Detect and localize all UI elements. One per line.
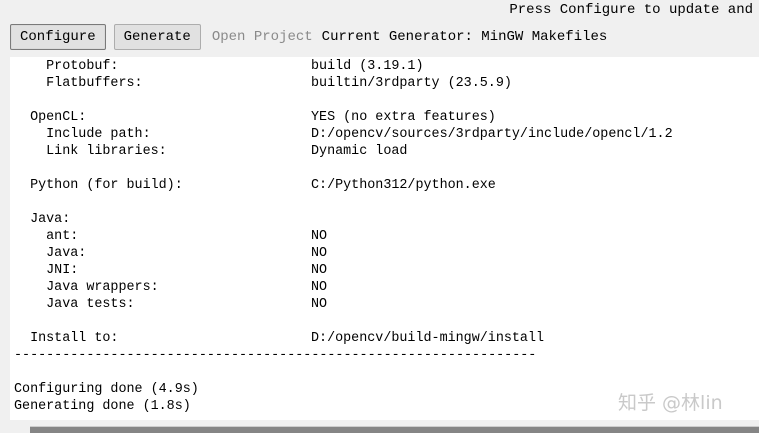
log-line: Java tests: NO <box>14 296 327 313</box>
log-line: Install to: D:/opencv/build-mingw/install <box>14 330 544 347</box>
log-line-value: NO <box>311 246 328 261</box>
log-line-value: D:/opencv/build-mingw/install <box>311 331 545 346</box>
log-line-label: Flatbuffers: <box>14 76 143 91</box>
log-line-value: build (3.19.1) <box>311 59 424 74</box>
cmake-gui-window: Press Configure to update and Configure … <box>0 0 759 433</box>
log-line-label: Python (for build): <box>14 178 183 193</box>
current-generator-label: Current Generator: MinGW Makefiles <box>321 29 608 45</box>
log-line-label: Link libraries: <box>14 144 167 159</box>
log-line-label: Java: <box>14 212 71 227</box>
log-line-value: C:/Python312/python.exe <box>311 178 496 193</box>
log-line: Protobuf: build (3.19.1) <box>14 58 423 75</box>
log-line-value: YES (no extra features) <box>311 110 496 125</box>
log-line: Flatbuffers: builtin/3rdparty (23.5.9) <box>14 75 512 92</box>
log-line: Link libraries: Dynamic load <box>14 143 407 160</box>
output-log[interactable]: Protobuf: build (3.19.1) Flatbuffers: buil… <box>10 57 759 420</box>
log-line: Java wrappers: NO <box>14 279 327 296</box>
log-line-label: Java: <box>14 246 87 261</box>
log-line-label: Java wrappers: <box>14 280 159 295</box>
log-line-label: Java tests: <box>14 297 135 312</box>
log-line-label: OpenCL: <box>14 110 87 125</box>
log-line-label: ant: <box>14 229 79 244</box>
log-line: ----------------------------------------… <box>14 347 536 364</box>
generate-button[interactable]: Generate <box>113 24 201 50</box>
configure-button[interactable]: Configure <box>10 24 106 50</box>
log-line-label: Protobuf: <box>14 59 119 74</box>
log-line-value: D:/opencv/sources/3rdparty/include/openc… <box>311 127 673 142</box>
log-line: Include path: D:/opencv/sources/3rdparty/… <box>14 126 672 143</box>
watermark: 知乎 @林lin <box>618 392 723 414</box>
log-line: ant: NO <box>14 228 327 245</box>
log-line: Generating done (1.8s) <box>14 398 191 415</box>
log-line-label: Include path: <box>14 127 151 142</box>
log-line-value: NO <box>311 297 328 312</box>
log-line: OpenCL: YES (no extra features) <box>14 109 496 126</box>
open-project-button[interactable]: Open Project <box>208 24 316 50</box>
log-line: Java: NO <box>14 245 327 262</box>
log-line: Java: <box>14 211 70 228</box>
log-line-label: Generating done (1.8s) <box>14 399 191 414</box>
log-line-value: NO <box>311 263 328 278</box>
log-line-value: builtin/3rdparty (23.5.9) <box>311 76 512 91</box>
log-line-label: JNI: <box>14 263 79 278</box>
log-line: Python (for build): C:/Python312/python.e… <box>14 177 496 194</box>
log-line-label: ----------------------------------------… <box>14 348 537 363</box>
log-line: Configuring done (4.9s) <box>14 381 199 398</box>
log-line-value: NO <box>311 229 328 244</box>
status-message: Press Configure to update and <box>509 2 753 18</box>
log-line-value: NO <box>311 280 328 295</box>
log-line: JNI: NO <box>14 262 327 279</box>
toolbar: Configure Generate Open Project Current … <box>10 24 607 50</box>
horizontal-scrollbar[interactable] <box>30 426 759 433</box>
scrollbar-thumb[interactable] <box>30 427 759 433</box>
log-line-value: Dynamic load <box>311 144 408 159</box>
log-line-label: Install to: <box>14 331 119 346</box>
log-line-label: Configuring done (4.9s) <box>14 382 199 397</box>
